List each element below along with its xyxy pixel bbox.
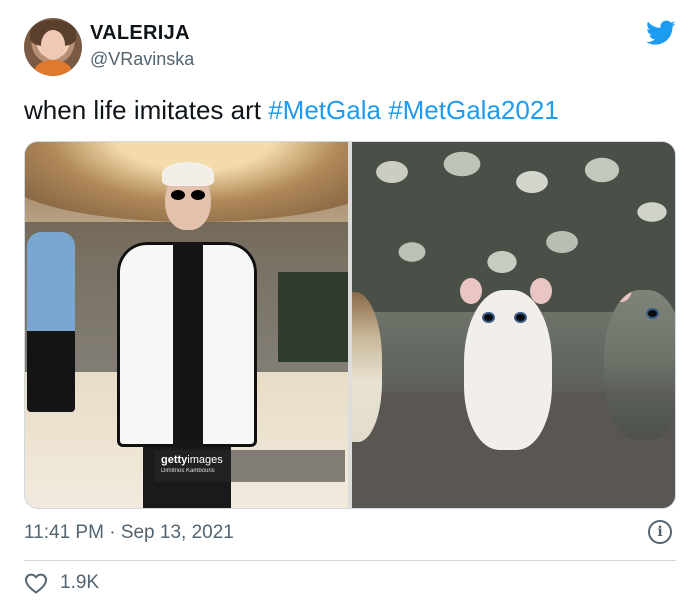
mouse-ear — [530, 278, 552, 304]
man-black-shirt — [173, 242, 203, 447]
lens-right — [191, 190, 205, 200]
tweet-media: gettyimages Dimitrios Kambouris — [24, 141, 676, 509]
tweet-header: VALERIJA @VRavinska — [24, 18, 676, 80]
user-handle[interactable]: @VRavinska — [90, 46, 194, 72]
mouse-sunglasses — [482, 312, 495, 323]
man-hair — [162, 162, 214, 186]
hashtag-metgala[interactable]: #MetGala — [268, 95, 381, 125]
display-name[interactable]: VALERIJA — [90, 20, 194, 46]
info-icon[interactable]: i — [648, 520, 672, 544]
background-person — [27, 232, 75, 412]
tweet-time: 11:41 PM — [24, 522, 104, 543]
mouse-right — [604, 290, 675, 440]
getty-brand-rest: images — [187, 454, 223, 466]
like-count: 1.9K — [60, 572, 100, 593]
media-photo-right[interactable] — [352, 142, 675, 508]
twitter-bird-icon[interactable] — [646, 20, 676, 46]
media-photo-left[interactable]: gettyimages Dimitrios Kambouris — [25, 142, 348, 508]
lens-left — [171, 190, 185, 200]
meta-separator: · — [109, 522, 116, 543]
tweet-text: when life imitates art #MetGala #MetGala… — [24, 92, 676, 128]
rock-wall — [352, 142, 675, 312]
tweet-card: VALERIJA @VRavinska when life imitates a… — [0, 0, 700, 611]
user-info: VALERIJA @VRavinska — [90, 20, 194, 72]
avatar-shirt — [34, 60, 72, 76]
hedge — [278, 272, 348, 362]
avatar-face — [41, 30, 65, 60]
getty-watermark: gettyimages Dimitrios Kambouris — [155, 450, 345, 482]
getty-brand: gettyimages — [161, 454, 339, 467]
tweet-date: Sep 13, 2021 — [120, 522, 234, 543]
getty-credit: Dimitrios Kambouris — [161, 468, 215, 474]
mouse-center — [460, 278, 552, 450]
hashtag-metgala2021[interactable]: #MetGala2021 — [388, 95, 559, 125]
heart-icon[interactable] — [24, 572, 48, 594]
getty-brand-bold: getty — [161, 454, 188, 466]
mouse-sunglasses — [646, 308, 659, 319]
tweet-body: when life imitates art — [24, 95, 261, 125]
mouse-ear — [460, 278, 482, 304]
avatar[interactable] — [24, 18, 82, 76]
sunglasses — [171, 190, 207, 200]
divider — [24, 560, 676, 561]
tweet-timestamp[interactable]: 11:41 PM · Sep 13, 2021 — [24, 520, 234, 546]
like-action[interactable]: 1.9K — [24, 570, 99, 596]
mouse-sunglasses — [514, 312, 527, 323]
